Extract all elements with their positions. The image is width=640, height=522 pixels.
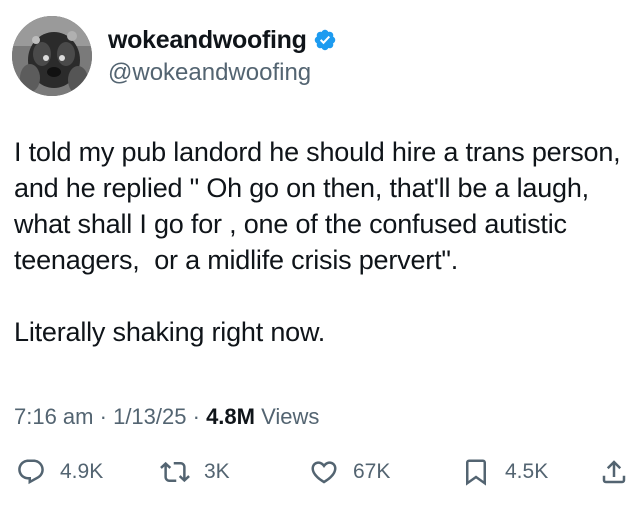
action-bar: 4.9K 3K 67K 4.5K [0, 449, 640, 495]
reply-count: 4.9K [60, 460, 104, 483]
reply-button[interactable]: 4.9K [16, 449, 103, 495]
views-count[interactable]: 4.8M [206, 404, 255, 429]
tweet-text: I told my pub landord he should hire a t… [14, 137, 621, 347]
heart-icon [311, 461, 337, 484]
share-button[interactable] [599, 449, 629, 495]
share-icon [602, 460, 626, 484]
user-names: wokeandwoofing @wokeandwoofing [108, 23, 337, 89]
tweet-time[interactable]: 7:16 am [14, 404, 94, 429]
verified-badge-icon[interactable] [313, 28, 337, 52]
reply-icon [18, 459, 44, 485]
meta-separator: · [99, 404, 107, 429]
bookmark-count: 4.5K [505, 460, 549, 483]
meta-separator: · [192, 404, 200, 429]
avatar-image [12, 16, 92, 96]
tweet-date[interactable]: 1/13/25 [113, 404, 186, 429]
tweet-header: wokeandwoofing @wokeandwoofing [12, 16, 337, 96]
display-name[interactable]: wokeandwoofing [108, 26, 307, 55]
like-button[interactable]: 67K [309, 449, 390, 495]
name-row: wokeandwoofing [108, 23, 337, 57]
retweet-button[interactable]: 3K [160, 449, 230, 495]
retweet-icon [160, 461, 190, 483]
tweet-meta: 7:16 am · 1/13/25 · 4.8M Views [14, 402, 319, 432]
views-label[interactable]: Views [261, 404, 319, 429]
like-count: 67K [353, 460, 391, 483]
retweet-count: 3K [204, 460, 230, 483]
bookmark-icon [466, 459, 486, 486]
user-handle[interactable]: @wokeandwoofing [108, 57, 337, 89]
avatar[interactable] [12, 16, 92, 96]
bookmark-button[interactable]: 4.5K [461, 449, 548, 495]
